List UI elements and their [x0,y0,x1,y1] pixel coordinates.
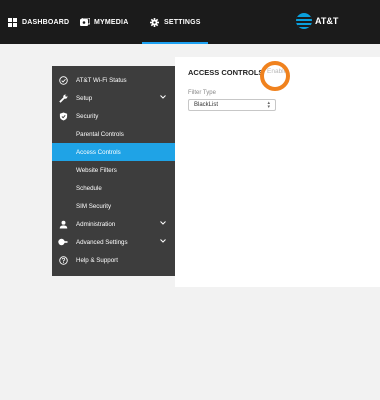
menu-item-label: AT&T Wi-Fi Status [76,76,127,84]
question-circle-icon [58,255,68,265]
menu-item-label: Setup [76,94,93,102]
filter-type-label: Filter Type [188,90,216,96]
att-globe-icon [296,13,312,29]
menu-item-schedule[interactable]: Schedule [52,179,176,197]
menu-item-label: Website Filters [76,166,117,174]
user-icon [58,219,68,229]
menu-item-label: Security [76,112,99,120]
settings-side-menu: AT&T Wi-Fi Status Setup Security Parenta… [52,66,176,276]
menu-item-security[interactable]: Security [52,107,176,125]
att-logo: AT&T [296,13,338,29]
nav-mymedia[interactable]: MYMEDIA [79,0,128,44]
menu-item-label: Access Controls [76,148,121,156]
nav-settings[interactable]: SETTINGS [149,0,201,44]
chevron-down-icon [160,94,166,101]
check-circle-icon [58,75,68,85]
wrench-icon [58,93,68,103]
menu-item-label: Schedule [76,184,102,192]
menu-item-label: SIM Security [76,202,112,210]
menu-item-label: Administration [76,220,116,228]
shield-icon [58,111,68,121]
nav-dashboard-label: DASHBOARD [22,18,70,26]
dashboard-icon [7,17,18,28]
access-controls-panel: ACCESS CONTROLS Enable Filter Type Black… [175,57,380,287]
menu-item-label: Help & Support [76,256,118,264]
menu-item-website-filters[interactable]: Website Filters [52,161,176,179]
top-nav-bar: DASHBOARD MYMEDIA SETTINGS AT&T [0,0,380,44]
highlight-circle [260,61,290,91]
menu-item-advanced-settings[interactable]: Advanced Settings [52,233,176,251]
menu-item-administration[interactable]: Administration [52,215,176,233]
menu-item-label: Advanced Settings [76,238,128,246]
menu-item-parental-controls[interactable]: Parental Controls [52,125,176,143]
menu-item-setup[interactable]: Setup [52,89,176,107]
menu-item-help-support[interactable]: Help & Support [52,251,176,269]
filter-type-value: BlackList [194,102,219,108]
nav-settings-label: SETTINGS [164,18,201,26]
nav-active-indicator [142,42,208,44]
menu-item-access-controls[interactable]: Access Controls [52,143,176,161]
filter-type-select[interactable]: BlackList ▴ ▾ [188,99,276,111]
nav-mymedia-label: MYMEDIA [94,18,129,26]
nav-dashboard[interactable]: DASHBOARD [7,0,69,44]
menu-item-label: Parental Controls [76,130,124,138]
brand-name: AT&T [315,16,339,26]
gear-icon [149,17,160,28]
chevron-down-icon [160,220,166,227]
menu-item-wifi-status[interactable]: AT&T Wi-Fi Status [52,71,176,89]
chevron-down-icon [160,238,166,245]
menu-item-sim-security[interactable]: SIM Security [52,197,176,215]
media-icon [79,17,90,28]
select-arrows-icon: ▴ ▾ [267,100,270,110]
toggle-icon [58,237,68,247]
page-title: ACCESS CONTROLS [188,68,264,77]
